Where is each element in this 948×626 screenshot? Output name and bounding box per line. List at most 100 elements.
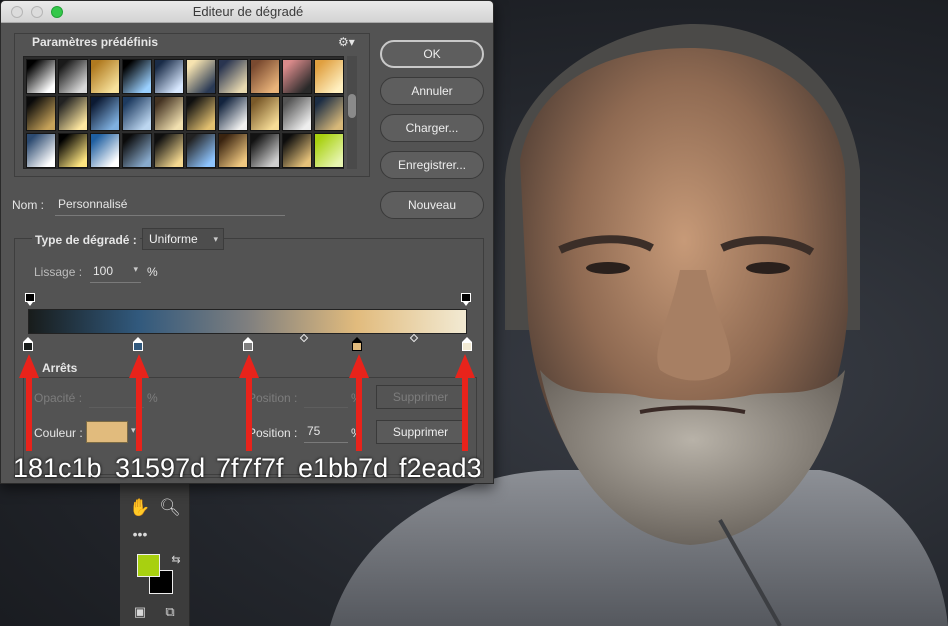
hand-icon[interactable]: ✋	[128, 498, 152, 518]
preset-swatch[interactable]	[58, 96, 88, 131]
preset-swatch[interactable]	[218, 59, 248, 94]
preset-swatch[interactable]	[90, 96, 120, 131]
stops-label: Arrêts	[39, 361, 81, 375]
preset-swatch[interactable]	[58, 59, 88, 94]
eye-right	[746, 262, 790, 274]
preset-swatch[interactable]	[90, 59, 120, 94]
color-stop-3[interactable]	[352, 337, 363, 351]
preset-swatch[interactable]	[250, 59, 280, 94]
opacity-position-label: Position :	[248, 391, 298, 405]
name-label: Nom :	[12, 198, 45, 212]
opacity-position-input	[304, 389, 348, 408]
screen: ✋ 🔍︎ ••• ⇆ ▣ ⧉ Editeur de dégradé Paramè…	[0, 0, 948, 626]
gradient-type-select[interactable]: Uniforme ▾	[142, 228, 224, 250]
color-label: Couleur :	[34, 426, 83, 440]
opacity-input	[89, 389, 144, 408]
gradient-bar[interactable]	[28, 309, 467, 334]
preset-swatch[interactable]	[282, 96, 312, 131]
smoothing-input[interactable]: 100 ▾	[90, 264, 141, 283]
opacity-stop-right[interactable]	[461, 293, 471, 307]
color-stop-box	[352, 342, 363, 351]
smoothing-percent: %	[147, 265, 158, 279]
preset-swatch[interactable]	[122, 133, 152, 168]
zoom-icon[interactable]: 🔍︎	[158, 498, 182, 518]
preset-swatch[interactable]	[26, 59, 56, 94]
title-bar: Editeur de dégradé	[1, 1, 493, 23]
preset-swatch[interactable]	[250, 133, 280, 168]
new-button[interactable]: Nouveau	[380, 191, 484, 219]
preset-swatch[interactable]	[218, 133, 248, 168]
preset-swatch[interactable]	[90, 133, 120, 168]
preset-swatch[interactable]	[154, 133, 184, 168]
gear-icon[interactable]: ⚙▾	[338, 35, 355, 49]
color-position-percent: %	[351, 426, 362, 440]
opacity-stop-pointer	[27, 302, 33, 306]
preset-swatch[interactable]	[122, 96, 152, 131]
color-stop-box	[132, 342, 143, 351]
hex-label: 31597d	[115, 453, 206, 483]
quick-mask-icon[interactable]: ▣	[128, 602, 152, 622]
swap-colors-icon[interactable]: ⇆	[164, 550, 188, 570]
color-stop-2[interactable]	[242, 337, 253, 351]
stop-color-swatch[interactable]	[86, 421, 128, 443]
preset-swatch[interactable]	[122, 59, 152, 94]
opacity-stop-left[interactable]	[25, 293, 35, 307]
color-stop-0[interactable]	[23, 337, 33, 351]
gradient-editor-dialog: Editeur de dégradé Paramètres prédéfinis…	[0, 0, 494, 484]
save-button[interactable]: Enregistrer...	[380, 151, 484, 179]
scrollbar-thumb[interactable]	[348, 94, 356, 118]
preset-swatch[interactable]	[314, 96, 344, 131]
load-button[interactable]: Charger...	[380, 114, 484, 142]
presets-grid	[23, 56, 344, 169]
color-stop-box	[462, 342, 472, 351]
chevron-down-icon[interactable]: ▾	[131, 425, 136, 436]
hex-label: 181c1b	[13, 453, 102, 483]
presets-label: Paramètres prédéfinis	[32, 35, 159, 49]
chevron-down-icon: ▾	[133, 264, 138, 274]
preset-swatch[interactable]	[186, 96, 216, 131]
opacity-stop-box	[25, 293, 35, 302]
color-stop-1[interactable]	[132, 337, 143, 351]
preset-swatch[interactable]	[58, 133, 88, 168]
opacity-percent: %	[147, 391, 158, 405]
delete-opacity-stop-button: Supprimer	[376, 385, 465, 409]
preset-swatch[interactable]	[218, 96, 248, 131]
opacity-label: Opacité :	[34, 391, 83, 405]
presets-scrollbar[interactable]	[347, 56, 357, 169]
preset-swatch[interactable]	[314, 59, 344, 94]
preset-swatch[interactable]	[186, 59, 216, 94]
eye-left	[586, 262, 630, 274]
ok-button[interactable]: OK	[380, 40, 484, 68]
color-stop-4[interactable]	[462, 337, 472, 351]
preset-swatch[interactable]	[26, 133, 56, 168]
name-input[interactable]: Personnalisé	[55, 197, 285, 216]
hex-label: 7f7f7f	[216, 453, 284, 483]
hex-label: e1bb7d	[298, 453, 389, 483]
smoothing-label: Lissage :	[34, 265, 83, 279]
color-stop-box	[242, 342, 253, 351]
opacity-stop-pointer	[463, 302, 469, 306]
dialog-title: Editeur de dégradé	[192, 4, 304, 19]
preset-swatch[interactable]	[186, 133, 216, 168]
foreground-color-swatch[interactable]	[137, 554, 160, 577]
preset-swatch[interactable]	[26, 96, 56, 131]
tools-panel: ✋ 🔍︎ ••• ⇆ ▣ ⧉	[120, 484, 190, 626]
preset-swatch[interactable]	[282, 59, 312, 94]
preset-swatch[interactable]	[154, 96, 184, 131]
preset-swatch[interactable]	[282, 133, 312, 168]
gradient-type-label: Type de dégradé :	[32, 233, 140, 247]
chevron-down-icon: ▾	[213, 234, 218, 244]
opacity-position-percent: %	[351, 391, 362, 405]
preset-swatch[interactable]	[314, 133, 344, 168]
color-stop-box	[23, 342, 33, 351]
color-position-input[interactable]: 75	[304, 424, 348, 443]
preset-swatch[interactable]	[154, 59, 184, 94]
delete-color-stop-button[interactable]: Supprimer	[376, 420, 465, 444]
smoothing-value: 100	[93, 264, 114, 278]
preset-swatch[interactable]	[250, 96, 280, 131]
gradient-type-value: Uniforme	[149, 232, 198, 246]
opacity-stop-box	[461, 293, 471, 302]
more-tools-icon[interactable]: •••	[128, 524, 152, 544]
screen-mode-icon[interactable]: ⧉	[158, 602, 182, 622]
cancel-button[interactable]: Annuler	[380, 77, 484, 105]
